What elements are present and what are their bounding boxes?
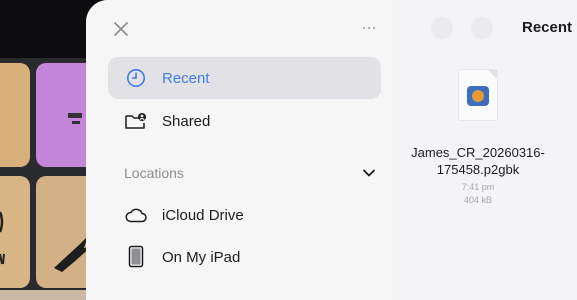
picker-content: Recent James_CR_20260316-175458.p2gbk 7:… xyxy=(393,0,577,300)
locations-section-header[interactable]: Locations xyxy=(124,158,376,188)
file-picker-sheet: Recent Shared Locations iCloud Drive On … xyxy=(86,0,577,300)
close-icon xyxy=(114,22,128,36)
picker-sidebar: Recent Shared Locations iCloud Drive On … xyxy=(86,0,393,300)
sidebar-item-shared[interactable]: Shared xyxy=(108,100,381,142)
sidebar-item-label: On My iPad xyxy=(162,248,241,266)
file-thumbnail xyxy=(459,70,497,120)
ellipsis-icon xyxy=(363,27,365,29)
background-tile xyxy=(0,176,30,288)
ipad-icon xyxy=(124,245,148,269)
ellipsis-icon xyxy=(368,27,370,29)
close-button[interactable] xyxy=(110,18,132,40)
drawing-glyph xyxy=(0,211,5,265)
sidebar-item-label: iCloud Drive xyxy=(162,206,244,224)
shared-folder-icon xyxy=(124,109,148,133)
forward-button[interactable] xyxy=(471,17,493,39)
background-tile xyxy=(0,63,30,167)
chevron-down-icon xyxy=(363,169,375,177)
sidebar-item-label: Recent xyxy=(162,69,210,87)
sidebar-item-recent[interactable]: Recent xyxy=(108,57,381,99)
page-corner xyxy=(488,70,497,79)
file-item[interactable]: James_CR_20260316-175458.p2gbk 7:41 pm 4… xyxy=(403,70,553,207)
sidebar-item-label: Shared xyxy=(162,112,211,130)
cloud-icon xyxy=(124,203,148,227)
ellipsis-icon xyxy=(373,27,375,29)
clock-icon xyxy=(124,66,148,90)
file-size: 404 kB xyxy=(463,195,493,205)
sidebar-item-on-my-ipad[interactable]: On My iPad xyxy=(108,236,381,278)
page-title: Recent xyxy=(522,19,573,36)
sidebar-item-icloud-drive[interactable]: iCloud Drive xyxy=(108,194,381,236)
back-button[interactable] xyxy=(431,17,453,39)
file-name: James_CR_20260316-175458.p2gbk xyxy=(411,145,545,177)
more-button[interactable] xyxy=(356,20,382,36)
section-label: Locations xyxy=(124,165,184,181)
file-time: 7:41 pm xyxy=(461,182,495,192)
file-preview-image xyxy=(467,86,489,106)
